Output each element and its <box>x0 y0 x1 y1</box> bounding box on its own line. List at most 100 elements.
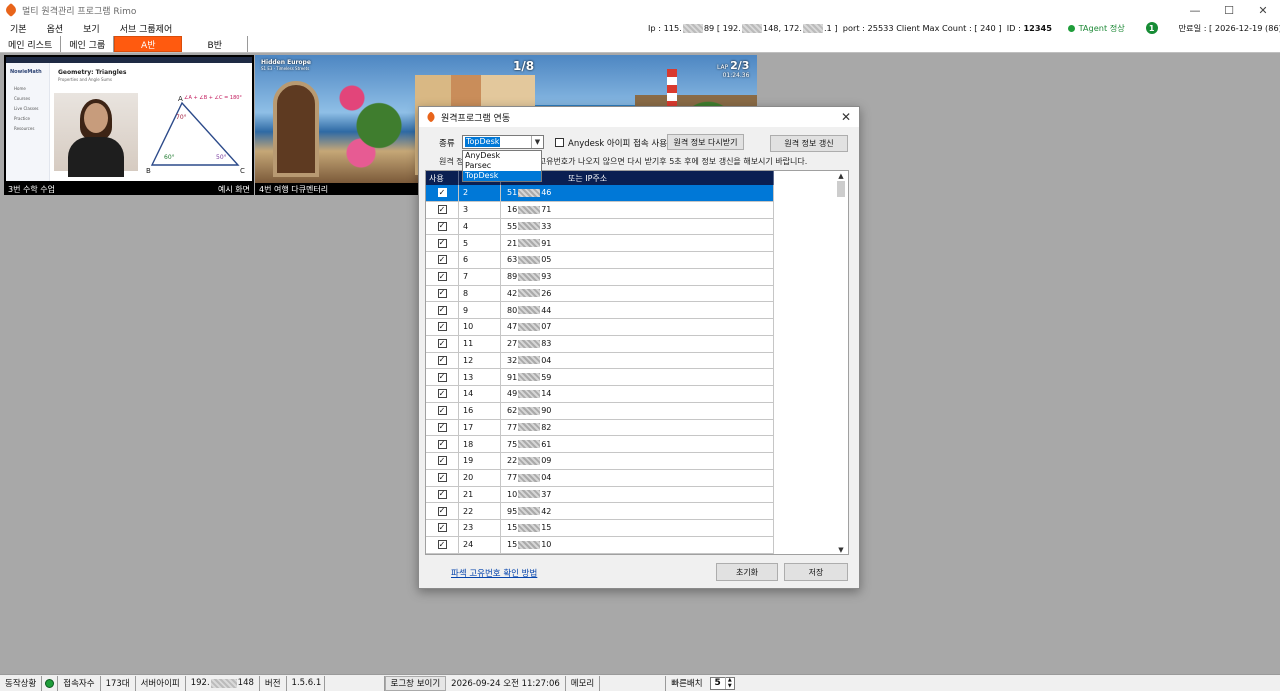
ip-cell[interactable]: 49 14 <box>501 386 774 402</box>
table-row[interactable]: ✓ 11 27 83 <box>426 335 774 353</box>
ip-cell[interactable]: 55 33 <box>501 218 774 235</box>
menu-options[interactable]: 옵션 <box>37 22 74 35</box>
use-checkbox[interactable]: ✓ <box>437 422 447 432</box>
menu-subgroup-control[interactable]: 서브 그룹제어 <box>110 22 183 35</box>
scroll-up-icon[interactable]: ▲ <box>834 171 848 180</box>
table-row[interactable]: ✓ 10 47 07 <box>426 319 774 336</box>
table-row[interactable]: ✓ 7 89 93 <box>426 268 774 286</box>
use-checkbox[interactable]: ✓ <box>437 255 447 265</box>
ip-cell[interactable]: 27 83 <box>501 335 774 352</box>
table-row[interactable]: ✓ 4 55 33 <box>426 218 774 236</box>
use-checkbox[interactable]: ✓ <box>437 339 447 349</box>
use-checkbox[interactable]: ✓ <box>437 456 447 466</box>
table-row[interactable]: ✓ 14 49 14 <box>426 386 774 403</box>
reload-remote-info-button[interactable]: 원격 정보 다시받기 <box>667 134 744 150</box>
type-option-topdesk[interactable]: TopDesk <box>463 171 541 181</box>
ip-cell[interactable]: 91 59 <box>501 369 774 385</box>
use-checkbox[interactable]: ✓ <box>437 389 447 399</box>
use-checkbox[interactable]: ✓ <box>437 322 447 332</box>
table-row[interactable]: ✓ 6 63 05 <box>426 252 774 269</box>
ip-cell[interactable]: 16 71 <box>501 201 774 218</box>
parsec-id-help-link[interactable]: 파섹 고유번호 확인 방법 <box>451 567 537 579</box>
anydesk-ip-checkbox[interactable] <box>555 138 564 147</box>
close-button[interactable]: ✕ <box>1246 0 1280 20</box>
ip-cell[interactable]: 22 09 <box>501 453 774 469</box>
chevron-down-icon[interactable]: ▼ <box>531 136 543 148</box>
use-checkbox[interactable]: ✓ <box>437 288 447 298</box>
ip-cell[interactable]: 77 82 <box>501 419 774 436</box>
table-row[interactable]: ✓ 24 15 10 <box>426 536 774 554</box>
use-checkbox[interactable]: ✓ <box>437 221 447 231</box>
table-row[interactable]: ✓ 17 77 82 <box>426 419 774 437</box>
table-row[interactable]: ✓ 23 15 15 <box>426 520 774 537</box>
notification-badge[interactable]: 1 <box>1145 22 1158 34</box>
type-option-parsec[interactable]: Parsec <box>463 161 541 171</box>
client-thumbnail-3[interactable]: NowieMath Home Courses Live Classes Prac… <box>4 55 254 195</box>
column-use[interactable]: 사용 <box>426 171 459 185</box>
table-row[interactable]: ✓ 21 10 37 <box>426 486 774 504</box>
scroll-down-icon[interactable]: ▼ <box>834 545 848 554</box>
refresh-remote-info-button[interactable]: 원격 정보 갱신 <box>770 135 848 152</box>
reset-button[interactable]: 초기화 <box>716 563 778 581</box>
use-checkbox[interactable]: ✓ <box>437 489 447 499</box>
table-row[interactable]: ✓ 18 75 61 <box>426 436 774 453</box>
table-row[interactable]: ✓ 22 95 42 <box>426 503 774 520</box>
table-row[interactable]: ✓ 8 42 26 <box>426 285 774 303</box>
ip-cell[interactable]: 89 93 <box>501 268 774 285</box>
grid-scrollbar[interactable]: ▲ ▼ <box>834 171 848 554</box>
ip-cell[interactable]: 42 26 <box>501 285 774 302</box>
tab-main-list[interactable]: 메인 리스트 <box>0 36 62 52</box>
ip-cell[interactable]: 32 04 <box>501 352 774 369</box>
menu-view[interactable]: 보기 <box>73 22 110 35</box>
ip-cell[interactable]: 51 46 <box>501 185 774 201</box>
use-checkbox[interactable]: ✓ <box>437 305 447 315</box>
dialog-close-icon[interactable]: ✕ <box>841 110 851 124</box>
use-checkbox[interactable]: ✓ <box>437 188 447 198</box>
number-cell: 8 <box>459 285 501 302</box>
table-row[interactable]: ✓ 20 77 04 <box>426 469 774 487</box>
ip-cell[interactable]: 75 61 <box>501 436 774 452</box>
use-checkbox[interactable]: ✓ <box>437 355 447 365</box>
use-checkbox[interactable]: ✓ <box>437 540 447 550</box>
table-row[interactable]: ✓ 12 32 04 <box>426 352 774 370</box>
save-button[interactable]: 저장 <box>784 563 848 581</box>
use-checkbox[interactable]: ✓ <box>437 523 447 533</box>
minimize-button[interactable]: — <box>1178 0 1212 20</box>
maximize-button[interactable]: ☐ <box>1212 0 1246 20</box>
menu-basic[interactable]: 기본 <box>0 22 37 35</box>
scroll-thumb[interactable] <box>837 181 845 197</box>
table-row[interactable]: ✓ 16 62 90 <box>426 402 774 420</box>
use-checkbox[interactable]: ✓ <box>437 238 447 248</box>
tab-main-group[interactable]: 메인 그룹 <box>61 36 115 52</box>
use-checkbox[interactable]: ✓ <box>437 439 447 449</box>
use-checkbox[interactable]: ✓ <box>437 372 447 382</box>
ip-cell[interactable]: 62 90 <box>501 402 774 419</box>
table-row[interactable]: ✓ 19 22 09 <box>426 453 774 470</box>
tab-a-group[interactable]: A반 <box>114 36 183 52</box>
table-row[interactable]: ✓ 3 16 71 <box>426 201 774 219</box>
ip-cell[interactable]: 63 05 <box>501 252 774 268</box>
ip-cell[interactable]: 10 37 <box>501 486 774 503</box>
use-checkbox[interactable]: ✓ <box>437 406 447 416</box>
use-checkbox[interactable]: ✓ <box>437 205 447 215</box>
quick-arrange-stepper[interactable]: 5 ▲ ▼ <box>709 676 735 690</box>
type-option-anydesk[interactable]: AnyDesk <box>463 151 541 161</box>
table-row[interactable]: ✓ 13 91 59 <box>426 369 774 386</box>
use-checkbox[interactable]: ✓ <box>437 272 447 282</box>
ip-cell[interactable]: 77 04 <box>501 469 774 486</box>
table-row[interactable]: ✓ 2 51 46 <box>426 185 774 202</box>
use-checkbox[interactable]: ✓ <box>437 506 447 516</box>
show-log-button[interactable]: 로그창 보이기 <box>384 675 447 691</box>
ip-cell[interactable]: 15 10 <box>501 536 774 553</box>
table-row[interactable]: ✓ 9 80 44 <box>426 302 774 319</box>
ip-cell[interactable]: 15 15 <box>501 520 774 536</box>
ip-cell[interactable]: 80 44 <box>501 302 774 318</box>
table-row[interactable]: ✓ 5 21 91 <box>426 235 774 252</box>
ip-cell[interactable]: 21 91 <box>501 235 774 251</box>
ip-cell[interactable]: 47 07 <box>501 319 774 335</box>
ip-cell[interactable]: 95 42 <box>501 503 774 519</box>
type-combobox[interactable]: TopDesk ▼ <box>462 135 544 149</box>
stepper-arrows-icon[interactable]: ▲ ▼ <box>724 677 734 689</box>
use-checkbox[interactable]: ✓ <box>437 473 447 483</box>
tab-b-group[interactable]: B반 <box>182 36 249 52</box>
